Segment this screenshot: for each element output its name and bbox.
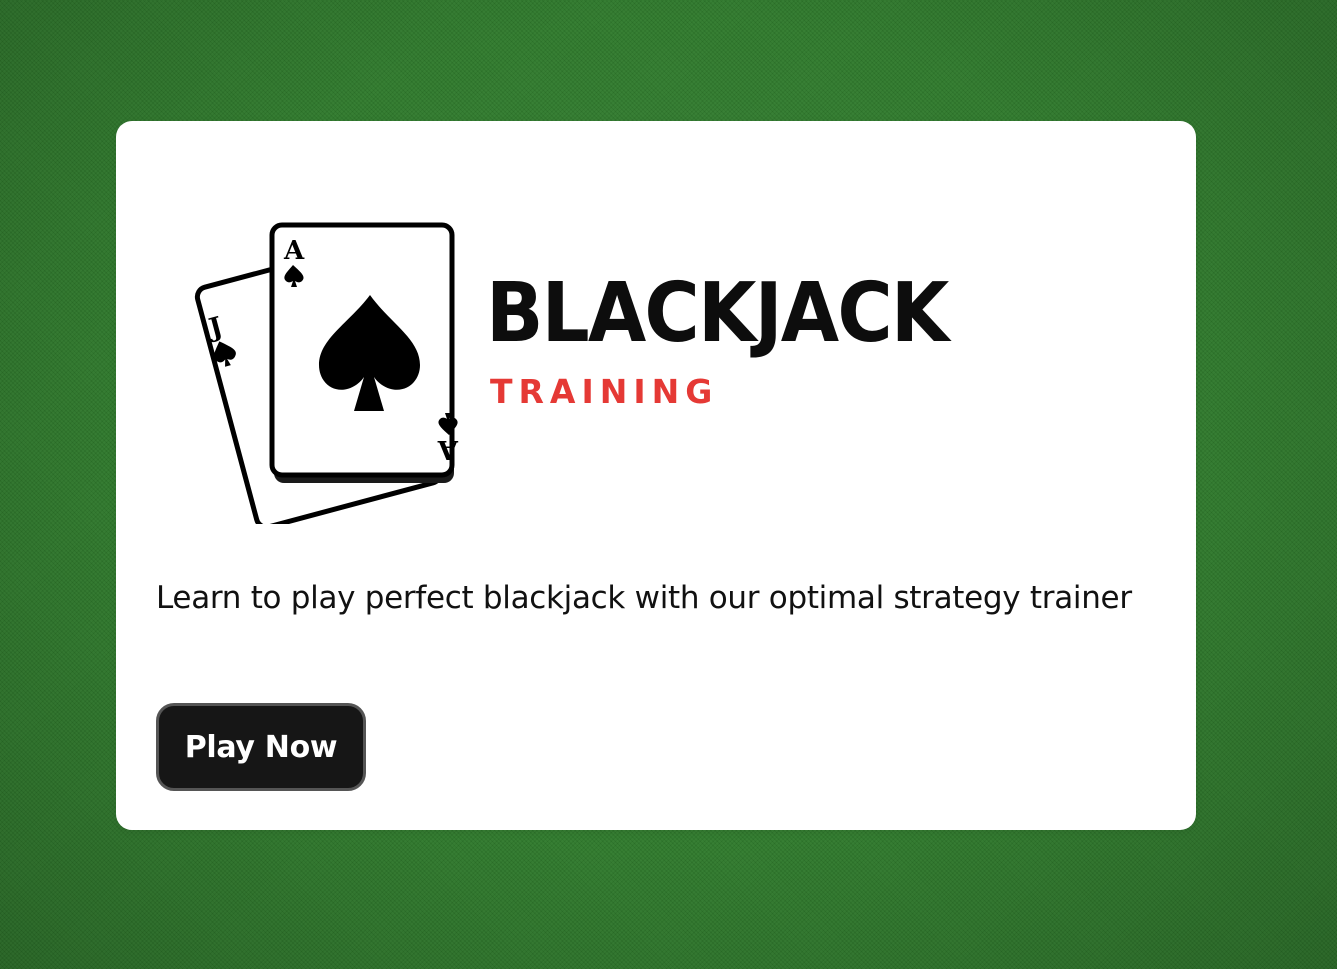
blackjack-training-logo: J A A BLACKJACK TRAINING	[194, 219, 1094, 524]
intro-card: J A A BLACKJACK TRAINING Learn to play p…	[116, 121, 1196, 830]
logo-wordmark: BLACKJACK TRAINING	[486, 273, 1086, 423]
logo-title: BLACKJACK	[486, 266, 949, 361]
play-now-button[interactable]: Play Now	[156, 703, 366, 791]
svg-text:A: A	[283, 236, 305, 266]
svg-text:A: A	[437, 434, 459, 464]
playing-cards-icon: J A A	[194, 222, 459, 524]
logo-subtitle: TRAINING	[490, 372, 719, 411]
ace-card-icon: A A	[269, 222, 459, 483]
tagline: Learn to play perfect blackjack with our…	[156, 580, 1132, 616]
